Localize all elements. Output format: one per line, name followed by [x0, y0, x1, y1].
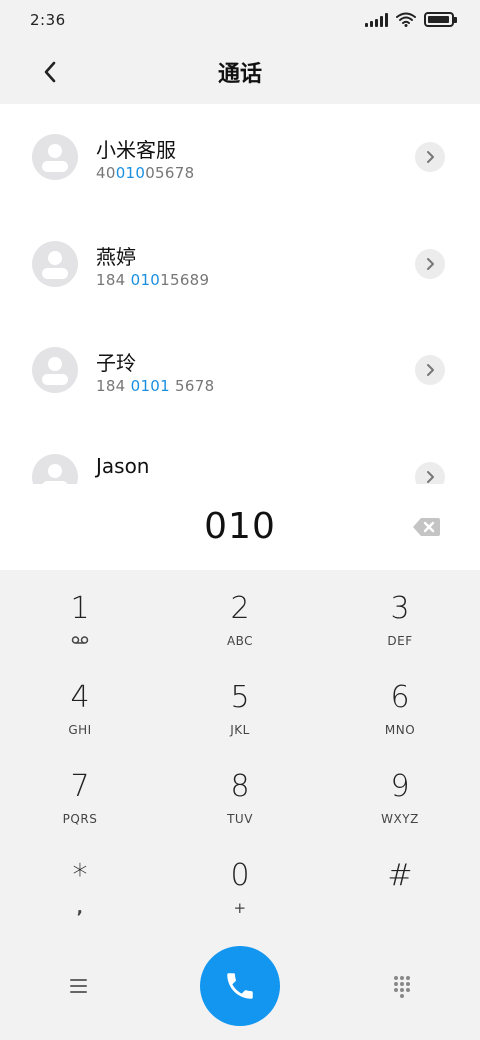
key-digit: 2	[230, 591, 250, 626]
keypad-toggle-button[interactable]	[386, 970, 418, 1002]
battery-level	[428, 16, 449, 23]
key-letters: MNO	[384, 723, 416, 737]
key-digit: 4	[70, 680, 90, 715]
dialed-number: 010	[204, 506, 276, 547]
menu-button[interactable]	[62, 970, 94, 1002]
key-8[interactable]: 8 TUV	[160, 748, 320, 837]
key-digit: 1	[70, 591, 90, 626]
header: 通话	[0, 40, 480, 104]
battery-icon	[424, 12, 457, 27]
key-digit: #	[387, 858, 413, 893]
status-time: 2:36	[30, 11, 66, 29]
call-button[interactable]	[200, 946, 280, 1026]
key-3[interactable]: 3 DEF	[320, 570, 480, 659]
dial-keypad: 1 2 ABC 3 DEF 4 GHI 5 JKL 6 MNO 7 PQRS 8…	[0, 570, 480, 930]
key-digit: 6	[390, 680, 410, 715]
contact-number: 184 0101 5678	[96, 377, 215, 395]
key-letters: ,	[76, 898, 84, 917]
key-letters: TUV	[227, 812, 253, 826]
key-0[interactable]: 0 +	[160, 837, 320, 926]
key-letters: GHI	[68, 723, 92, 737]
contact-row[interactable]: 子玲 184 0101 5678	[0, 317, 480, 423]
voicemail-icon	[71, 634, 89, 648]
contact-row[interactable]: 燕婷 184 01015689	[0, 211, 480, 317]
backspace-icon	[413, 518, 440, 536]
chevron-right-icon	[427, 471, 434, 483]
key-digit: 9	[390, 769, 410, 804]
contact-list[interactable]: 小米客服 4001005678 燕婷 184 01015689 子玲 184 0…	[0, 104, 480, 484]
chevron-right-icon	[427, 151, 434, 163]
wifi-icon	[396, 12, 416, 27]
avatar	[32, 241, 78, 287]
contact-detail-button[interactable]	[415, 355, 445, 385]
backspace-button[interactable]	[412, 516, 442, 538]
contact-name: 子玲	[96, 351, 136, 375]
chevron-right-icon	[427, 258, 434, 270]
key-5[interactable]: 5 JKL	[160, 659, 320, 748]
key-letters: PQRS	[62, 812, 98, 826]
contact-detail-button[interactable]	[415, 462, 445, 484]
key-1[interactable]: 1	[0, 570, 160, 659]
key-digit: *	[72, 858, 88, 893]
key-digit: 0	[230, 858, 250, 893]
contact-name: 小米客服	[96, 138, 176, 162]
status-bar: 2:36	[0, 0, 480, 40]
avatar	[32, 347, 78, 393]
key-9[interactable]: 9 WXYZ	[320, 748, 480, 837]
avatar	[32, 134, 78, 180]
page-title: 通话	[217, 62, 262, 87]
contact-name: Jason	[96, 454, 150, 478]
status-icons	[365, 12, 457, 27]
menu-icon	[69, 979, 87, 981]
dial-input-area: 010	[0, 484, 480, 570]
avatar	[32, 454, 78, 484]
key-digit: 5	[230, 680, 250, 715]
key-digit: 8	[230, 769, 250, 804]
contact-row[interactable]: 小米客服 4001005678	[0, 104, 480, 210]
key-digit: 3	[390, 591, 410, 626]
key-hash[interactable]: #	[320, 837, 480, 926]
contact-number: 184 01015689	[96, 271, 210, 289]
bottom-bar	[0, 930, 480, 1040]
contact-row[interactable]: Jason	[0, 424, 480, 484]
key-6[interactable]: 6 MNO	[320, 659, 480, 748]
key-digit: 7	[70, 769, 90, 804]
phone-icon	[227, 973, 253, 999]
key-letters: WXYZ	[381, 812, 419, 826]
key-letters: ABC	[226, 634, 254, 648]
contact-detail-button[interactable]	[415, 142, 445, 172]
key-7[interactable]: 7 PQRS	[0, 748, 160, 837]
key-letters: +	[233, 899, 247, 917]
key-letters: JKL	[230, 723, 250, 737]
dialpad-icon	[394, 976, 410, 998]
key-star[interactable]: * ,	[0, 837, 160, 926]
contact-detail-button[interactable]	[415, 249, 445, 279]
contact-name: 燕婷	[96, 245, 136, 269]
signal-icon	[365, 12, 388, 27]
key-2[interactable]: 2 ABC	[160, 570, 320, 659]
chevron-right-icon	[427, 364, 434, 376]
key-4[interactable]: 4 GHI	[0, 659, 160, 748]
key-letters: DEF	[387, 634, 413, 648]
contact-number: 4001005678	[96, 164, 195, 182]
